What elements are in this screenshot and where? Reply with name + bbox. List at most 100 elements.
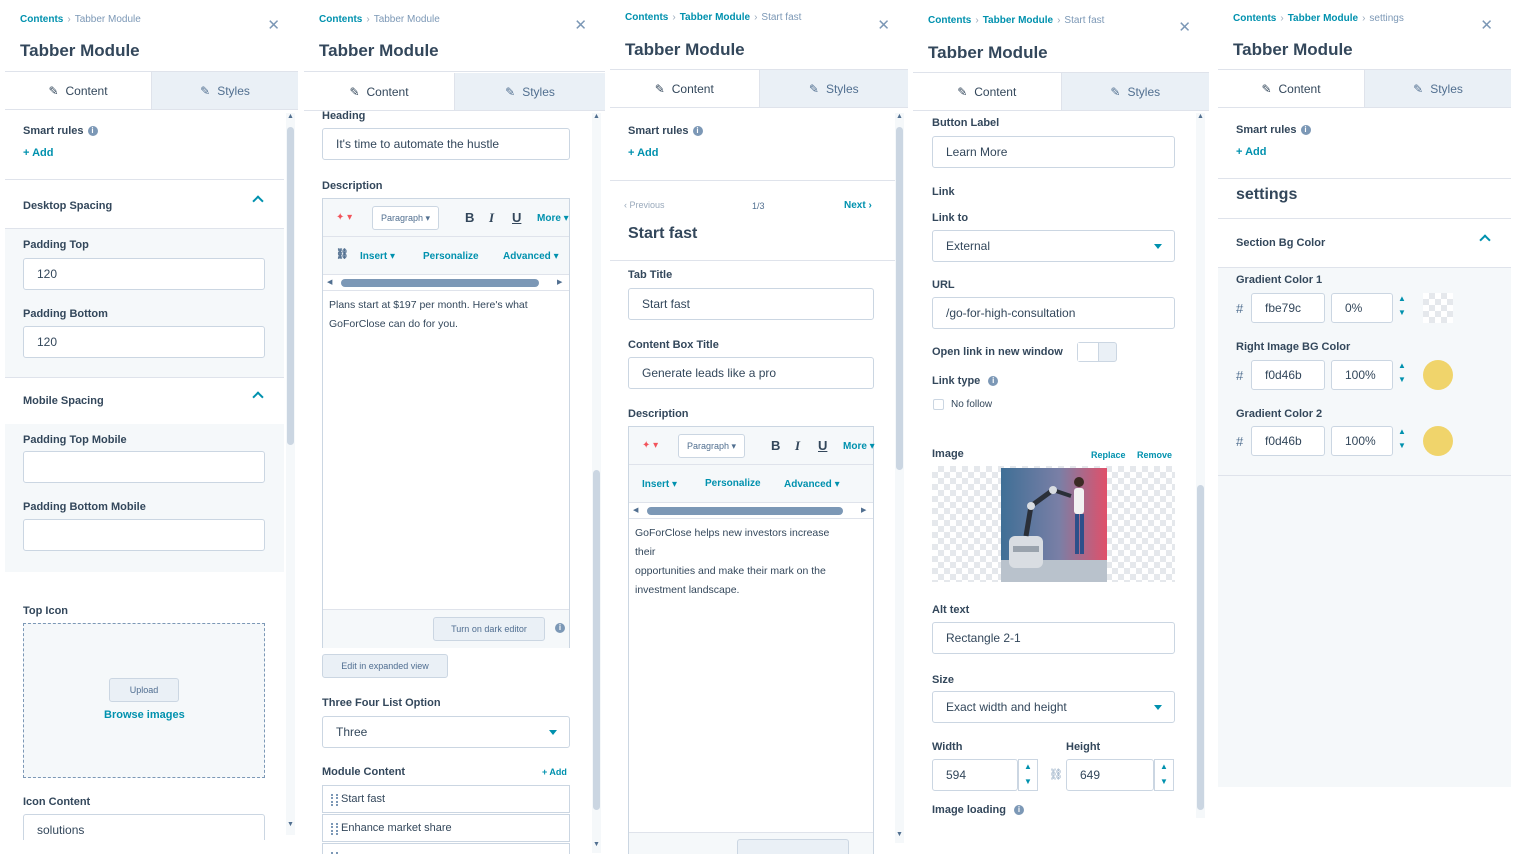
width-stepper[interactable]: ▲ ▼: [1018, 759, 1038, 791]
replace-image-link[interactable]: Replace: [1091, 450, 1126, 460]
previous-button[interactable]: ‹ Previous: [624, 200, 665, 210]
gradient2-opacity-stepper[interactable]: ▲ ▼: [1393, 426, 1413, 456]
close-icon[interactable]: ✕: [877, 16, 890, 34]
bold-button[interactable]: B: [771, 438, 780, 453]
right-bg-hex-input[interactable]: f0d46b: [1251, 360, 1325, 390]
tab-title-input[interactable]: Start fast: [628, 288, 874, 320]
tab-content[interactable]: ✎ Content: [913, 73, 1061, 110]
breadcrumb-contents[interactable]: Contents: [928, 15, 971, 26]
icon-upload-area[interactable]: Upload Browse images: [23, 623, 265, 778]
lock-ratio-icon[interactable]: ⛓: [1049, 768, 1063, 781]
sparkle-icon[interactable]: ✦ ▾: [336, 212, 352, 223]
add-smart-rule-button[interactable]: + Add: [1236, 146, 1266, 158]
editor-body[interactable]: GoForClose helps new investors increase t…: [635, 524, 829, 600]
dark-editor-button[interactable]: Turn on dark editor: [433, 617, 545, 641]
info-icon[interactable]: i: [87, 126, 98, 137]
editor-hscroll[interactable]: ◀ ▶: [323, 275, 569, 291]
breadcrumb-module[interactable]: Tabber Module: [983, 15, 1053, 26]
info-icon[interactable]: i: [692, 126, 703, 137]
heading-input[interactable]: It's time to automate the hustle: [322, 128, 570, 160]
remove-image-link[interactable]: Remove: [1137, 450, 1172, 460]
gradient2-swatch[interactable]: [1423, 426, 1453, 456]
breadcrumb-module[interactable]: Tabber Module: [680, 12, 750, 23]
padding-bottom-mobile-input[interactable]: [23, 519, 265, 551]
tab-styles[interactable]: ✎ Styles: [151, 72, 298, 109]
scroll-up-icon[interactable]: ▲: [593, 113, 600, 120]
image-preview[interactable]: [932, 466, 1175, 582]
tab-content[interactable]: ✎ Content: [304, 73, 454, 110]
list-option-select[interactable]: Three: [322, 716, 570, 748]
scroll-down-icon[interactable]: ▼: [287, 821, 294, 828]
editor-hscroll[interactable]: ◀ ▶: [629, 503, 873, 519]
breadcrumb-contents[interactable]: Contents: [319, 14, 362, 25]
scroll-up-icon[interactable]: ▲: [287, 113, 294, 120]
hscroll-thumb[interactable]: [341, 279, 539, 287]
scroll-up-icon[interactable]: ▲: [1197, 113, 1204, 120]
expanded-view-button[interactable]: Edit in expanded view: [322, 654, 448, 678]
scroll-left-icon[interactable]: ◀: [327, 278, 332, 286]
breadcrumb-contents[interactable]: Contents: [20, 14, 63, 25]
close-icon[interactable]: ✕: [1480, 16, 1493, 34]
personalize-button[interactable]: Personalize: [705, 478, 761, 489]
tab-content[interactable]: ✎ Content: [610, 70, 759, 107]
tab-styles[interactable]: ✎ Styles: [1060, 73, 1209, 110]
scrollbar[interactable]: ▲ ▼: [286, 113, 295, 835]
scrollbar[interactable]: ▲ ▼: [592, 113, 601, 853]
dark-editor-button[interactable]: [737, 839, 849, 854]
height-stepper[interactable]: ▲ ▼: [1154, 759, 1174, 791]
info-icon[interactable]: i: [988, 376, 999, 387]
list-item[interactable]: Start fast: [322, 785, 570, 813]
upload-button[interactable]: Upload: [109, 678, 179, 702]
scrollbar-thumb[interactable]: [896, 127, 903, 470]
tab-content[interactable]: ✎ Content: [5, 72, 151, 109]
section-header-desktop-spacing[interactable]: Desktop Spacing: [5, 179, 284, 229]
add-smart-rule-button[interactable]: + Add: [23, 147, 53, 159]
right-bg-opacity-stepper[interactable]: ▲ ▼: [1393, 360, 1413, 390]
icon-content-input[interactable]: solutions: [23, 814, 265, 840]
browse-images-link[interactable]: Browse images: [104, 709, 185, 721]
list-item[interactable]: Enhance market share: [322, 814, 570, 842]
link-to-select[interactable]: External: [932, 230, 1175, 262]
section-header-mobile-spacing[interactable]: Mobile Spacing: [5, 377, 284, 427]
right-bg-opacity-input[interactable]: 100%: [1331, 360, 1393, 390]
breadcrumb-contents[interactable]: Contents: [625, 12, 668, 23]
scrollbar[interactable]: ▲: [1196, 113, 1205, 818]
underline-button[interactable]: U: [818, 438, 827, 453]
add-module-item-button[interactable]: + Add: [542, 767, 567, 777]
gradient2-opacity-input[interactable]: 100%: [1331, 426, 1393, 456]
italic-button[interactable]: I: [795, 438, 800, 454]
paragraph-select[interactable]: Paragraph ▾: [372, 206, 440, 230]
tab-content[interactable]: ✎ Content: [1218, 70, 1364, 107]
size-select[interactable]: Exact width and height: [932, 691, 1175, 723]
sparkle-icon[interactable]: ✦ ▾: [642, 440, 658, 451]
tab-styles[interactable]: ✎ Styles: [454, 73, 605, 110]
no-follow-checkbox[interactable]: [933, 399, 944, 410]
right-bg-swatch[interactable]: [1423, 360, 1453, 390]
more-menu[interactable]: More ▾: [537, 213, 569, 224]
info-icon[interactable]: i: [1013, 805, 1024, 816]
content-box-title-input[interactable]: Generate leads like a pro: [628, 357, 874, 389]
insert-menu[interactable]: Insert ▾: [642, 479, 677, 490]
scrollbar-thumb[interactable]: [593, 470, 600, 810]
width-input[interactable]: 594: [932, 759, 1018, 791]
section-header-section-bg[interactable]: Section Bg Color: [1218, 218, 1511, 268]
tab-styles[interactable]: ✎ Styles: [1364, 70, 1511, 107]
scroll-down-icon[interactable]: ▼: [896, 831, 903, 838]
scroll-left-icon[interactable]: ◀: [633, 506, 638, 514]
gradient1-hex-input[interactable]: fbe79c: [1251, 293, 1325, 323]
close-icon[interactable]: ✕: [267, 16, 280, 34]
button-label-input[interactable]: Learn More: [932, 136, 1175, 168]
bold-button[interactable]: B: [465, 210, 474, 225]
underline-button[interactable]: U: [512, 210, 521, 225]
scroll-up-icon[interactable]: ▲: [896, 113, 903, 120]
scrollbar[interactable]: ▲ ▼: [895, 113, 904, 843]
gradient1-opacity-stepper[interactable]: ▲ ▼: [1393, 293, 1413, 323]
advanced-menu[interactable]: Advanced ▾: [784, 479, 840, 490]
personalize-button[interactable]: Personalize: [423, 251, 479, 262]
add-smart-rule-button[interactable]: + Add: [628, 147, 658, 159]
height-input[interactable]: 649: [1066, 759, 1154, 791]
scrollbar-thumb[interactable]: [287, 127, 294, 445]
paragraph-select[interactable]: Paragraph ▾: [678, 434, 746, 458]
gradient1-swatch[interactable]: [1423, 293, 1453, 323]
info-icon[interactable]: i: [1300, 125, 1311, 136]
